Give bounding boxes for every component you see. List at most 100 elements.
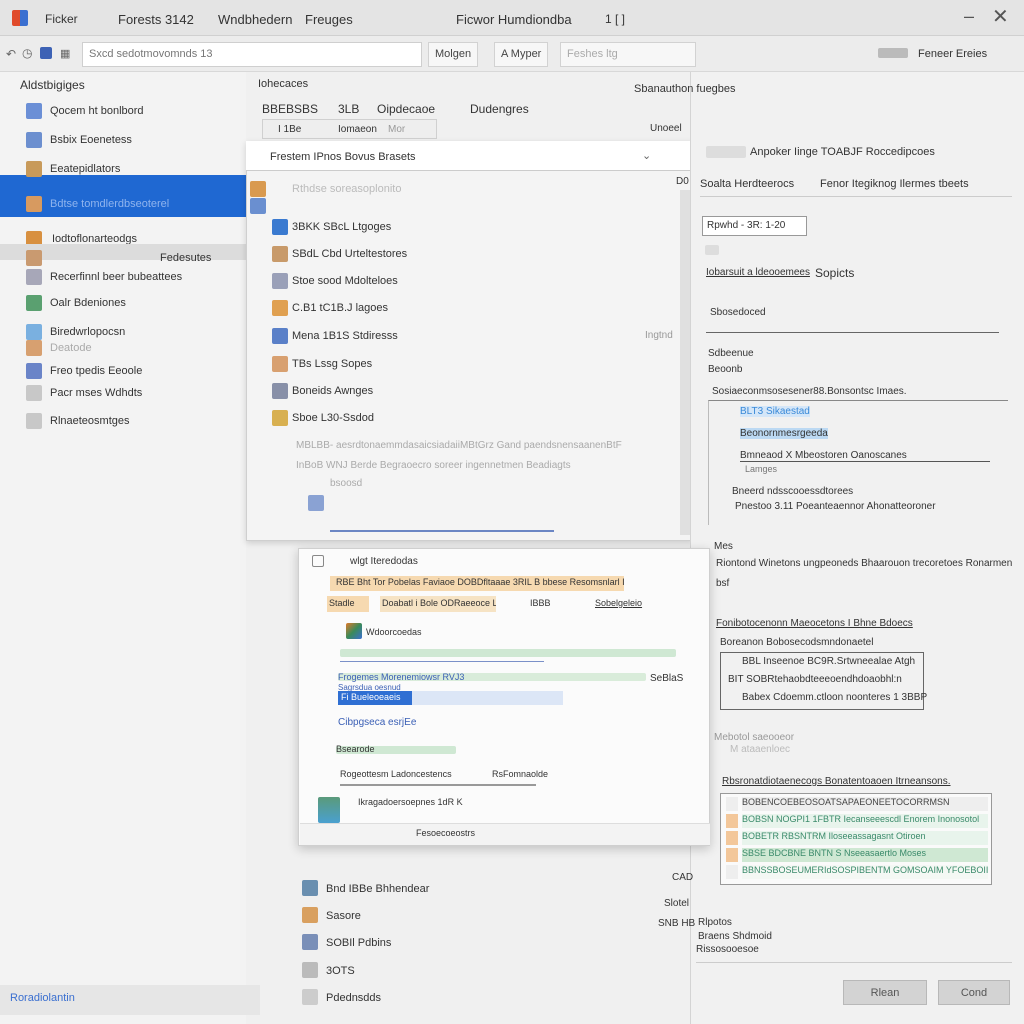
side-label: Slotel: [664, 898, 690, 909]
checkbox[interactable]: [705, 245, 719, 255]
search-input[interactable]: Sxcd sedotmovomnds 13: [82, 42, 422, 67]
toolbar-button[interactable]: A Myper: [494, 42, 549, 67]
view-icon[interactable]: [40, 47, 52, 59]
faint-label: Mebotol saeooeor: [714, 732, 795, 743]
group-row[interactable]: Babex Cdoemm.ctloon noonteres 1 3BBP: [742, 692, 927, 703]
sidebar-item[interactable]: Biredwrlopocsn: [50, 326, 125, 338]
toolbar-button[interactable]: Feshes ltg: [560, 42, 696, 67]
app-menu[interactable]: Ficker: [45, 12, 78, 26]
right-toolbar-label[interactable]: Feneer Ereies: [918, 48, 987, 60]
grid-icon[interactable]: ▦: [60, 47, 70, 60]
sidebar-item[interactable]: Bdtse tomdlerdbseoterel: [50, 198, 169, 210]
folder-icon: [26, 250, 42, 266]
field-underline[interactable]: [706, 332, 999, 333]
primary-button[interactable]: Rlean: [843, 980, 927, 1005]
tree-node[interactable]: BLT3 Sikaestad: [740, 406, 810, 417]
sidebar-item[interactable]: Qocem ht bonlbord: [50, 105, 144, 117]
dropdown-item[interactable]: SBdL Cbd Urteltestores: [292, 248, 407, 260]
note: Pnestoo 3.11 Poeanteaennor Ahonatteorone…: [735, 501, 936, 512]
sidebar-item[interactable]: Rlnaeteosmtges: [50, 415, 130, 427]
side-note: D0: [676, 176, 689, 187]
lower-list-item[interactable]: 3OTS: [326, 965, 355, 977]
sidebar-item[interactable]: Eeatepidlators: [50, 163, 120, 175]
field-text: Bsearode: [336, 744, 375, 754]
dropdown-item[interactable]: Rthdse soreasoplonito: [292, 183, 401, 195]
selected-item[interactable]: Fi Bueleoeaeis: [338, 691, 412, 705]
group-row[interactable]: BIT SOBRtehaobdteeeoendhdoaobhl:n: [728, 674, 902, 685]
highlight-row[interactable]: RBE Bht Tor Pobelas Faviaoe DOBDfltaaae …: [330, 576, 624, 591]
dropdown-item[interactable]: Stoe sood Mdolteloes: [292, 275, 398, 287]
list-row[interactable]: BOBSN NOGPI1 1FBTR Iecanseeescdl Enorem …: [742, 814, 988, 828]
sidebar-item[interactable]: Oalr Bdeniones: [50, 297, 126, 309]
side-note: Ingtnd: [645, 330, 673, 341]
cancel-button[interactable]: Cond: [938, 980, 1010, 1005]
sidebar-item[interactable]: Fedesutes: [160, 252, 211, 264]
list-row[interactable]: SBSE BDCBNE BNTN S Nseeasaertlo Moses: [742, 848, 988, 862]
list-row[interactable]: BOBENCOEBEOSOATSAPAEONEETOCORRMSN: [742, 797, 988, 811]
sidebar-item[interactable]: Bsbix Eoenetess: [50, 134, 132, 146]
group-row[interactable]: BBL Inseenoe BC9R.Srtwneealae Atgh: [742, 656, 915, 667]
subtab[interactable]: Iomaeon: [338, 124, 377, 135]
dropdown-item[interactable]: C.B1 tC1B.J lagoes: [292, 302, 388, 314]
lower-list-item[interactable]: Pdednsdds: [326, 992, 381, 1004]
dropdown-item[interactable]: Mena 1B1S Stdiresss: [292, 330, 398, 342]
close-icon[interactable]: ✕: [992, 4, 1009, 29]
group-row: Boreanon Bobosecodsmndonaetel: [720, 637, 874, 648]
sidebar-item[interactable]: Freo tpedis Eeoole: [50, 365, 142, 377]
link[interactable]: Sopicts: [815, 266, 854, 280]
dropdown-item[interactable]: Sboe L30-Ssdod: [292, 412, 374, 424]
lower-list-item[interactable]: Sasore: [326, 910, 361, 922]
tag[interactable]: IBBB: [530, 598, 551, 608]
menu-item[interactable]: Freuges: [305, 12, 353, 27]
dropdown-item[interactable]: Boneids Awnges: [292, 385, 373, 397]
tag[interactable]: Stadle: [327, 596, 369, 612]
tag[interactable]: Doabatl i Bole ODRaeeoce LBI: [380, 596, 496, 612]
status-text: Roradiolantin: [10, 992, 75, 1004]
tree-node[interactable]: Bmneaod X Mbeostoren Oanoscanes: [740, 450, 990, 462]
folder-icon: [26, 161, 42, 177]
history-icon[interactable]: ◷: [22, 46, 32, 60]
lower-list-item[interactable]: SOBIl Pdbins: [326, 937, 391, 949]
property-line: Anpoker Iinge TOABJF Roccedipcoes: [750, 146, 935, 158]
dropdown-item[interactable]: 3BKK SBcL Ltgoges: [292, 221, 391, 233]
tree-node[interactable]: Lamges: [745, 464, 777, 474]
tab[interactable]: Dudengres: [470, 102, 529, 116]
file-icon: [308, 495, 324, 511]
range-input[interactable]: Rpwhd - 3R: 1-20: [702, 216, 807, 236]
folder-icon: [26, 103, 42, 119]
link[interactable]: Iobarsuit a ldeooemees: [706, 267, 810, 278]
list-row[interactable]: BOBETR RBSNTRM Iloseeassagasnt Otiroen: [742, 831, 988, 845]
menu-item[interactable]: Forests 3142: [118, 12, 194, 27]
divider: [340, 784, 536, 786]
back-icon[interactable]: ↶: [6, 47, 16, 61]
folder-icon: [26, 196, 42, 212]
lower-list-item[interactable]: Bnd IBBe Bhhendear: [326, 883, 429, 895]
sidebar-item[interactable]: Pacr mses Wdhdts: [50, 387, 142, 399]
file-icon: [272, 383, 288, 399]
chevron-down-icon[interactable]: ⌄: [642, 149, 651, 162]
folder-icon: [26, 269, 42, 285]
faint-text: InBoB WNJ Berde Begraoecro soreer ingenn…: [296, 460, 571, 471]
subtab[interactable]: Mor: [388, 124, 405, 135]
menu-item[interactable]: Wndbhedern: [218, 12, 292, 27]
tree-node[interactable]: Beonornmesrgeeda: [740, 428, 828, 439]
sidebar-item[interactable]: Recerfinnl beer bubeattees: [50, 271, 182, 283]
dropdown-item[interactable]: TBs Lssg Sopes: [292, 358, 372, 370]
tab[interactable]: BBEBSBS: [262, 102, 318, 116]
window-title: Ficwor Humdiondba: [456, 12, 572, 27]
subtab[interactable]: I 1Be: [278, 124, 301, 135]
sidebar-item[interactable]: Deatode: [50, 342, 92, 354]
progress-bar: [340, 649, 676, 657]
list-row[interactable]: BBNSSBOSEUMERIdSOSPIBENTM GOMSOAIM YFOEB…: [742, 865, 988, 879]
tag[interactable]: Sobelgeleio: [595, 598, 642, 608]
tab[interactable]: Oipdecaoe: [377, 102, 435, 116]
minimize-icon[interactable]: –: [964, 6, 974, 27]
sort-icon[interactable]: [878, 48, 908, 58]
tab[interactable]: 3LB: [338, 102, 359, 116]
field-text[interactable]: Frogemes Morenemiowsr RVJ3: [338, 672, 464, 682]
toolbar-button[interactable]: Molgen: [428, 42, 479, 67]
file-icon: [302, 962, 318, 978]
label: Mes: [714, 541, 733, 552]
file-icon: [250, 181, 266, 197]
row-text: RsFomnaolde: [492, 769, 549, 779]
